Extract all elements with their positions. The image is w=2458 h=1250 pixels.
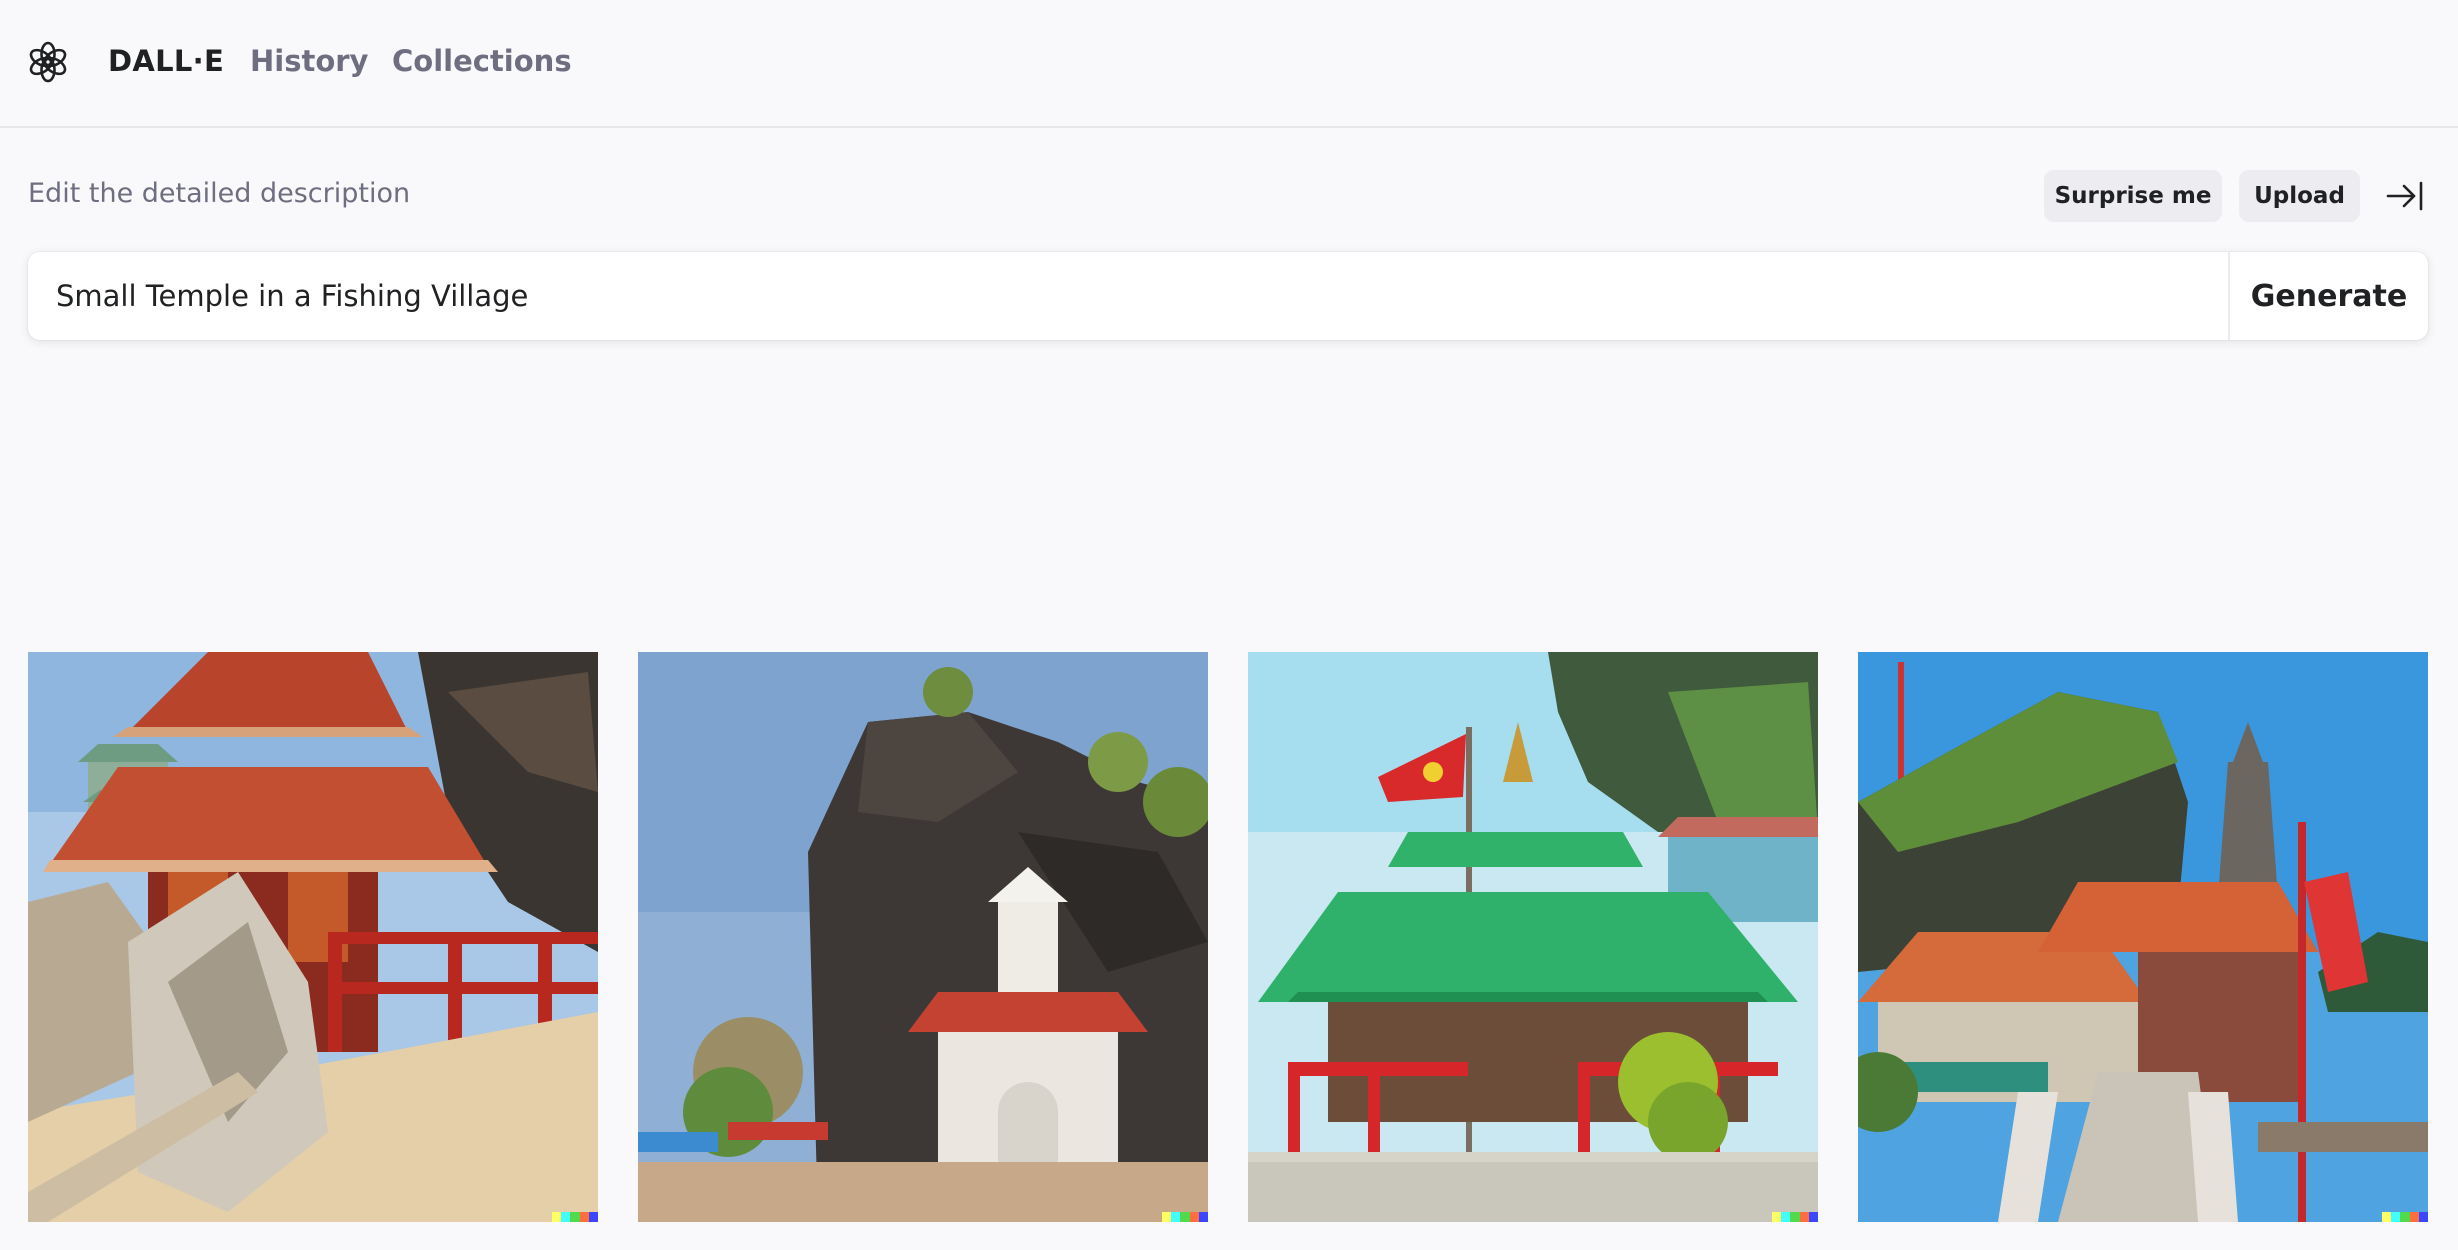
temple-image [1248,652,1818,1222]
surprise-me-button[interactable]: Surprise me [2044,170,2222,222]
result-image-1[interactable] [28,652,598,1222]
openai-logo-icon[interactable] [26,40,70,84]
prompt-label: Edit the detailed description [28,178,411,209]
generate-button[interactable]: Generate [2230,252,2428,340]
image-signature [1772,1212,1818,1222]
prompt-bar: Generate [28,252,2428,340]
collapse-right-icon[interactable] [2386,178,2424,214]
prompt-input[interactable] [28,252,2228,340]
nav-history-link[interactable]: History [250,44,368,78]
results-grid [28,652,2428,1222]
top-navigation: DALL·E History Collections [0,0,2458,128]
image-signature [1162,1212,1208,1222]
temple-image [28,652,598,1222]
brand-title[interactable]: DALL·E [108,44,224,78]
upload-button[interactable]: Upload [2239,170,2360,222]
result-image-2[interactable] [638,652,1208,1222]
temple-image [1858,652,2428,1222]
image-signature [552,1212,598,1222]
result-image-4[interactable] [1858,652,2428,1222]
result-image-3[interactable] [1248,652,1818,1222]
image-signature [2382,1212,2428,1222]
temple-image [638,652,1208,1222]
nav-collections-link[interactable]: Collections [392,44,572,78]
